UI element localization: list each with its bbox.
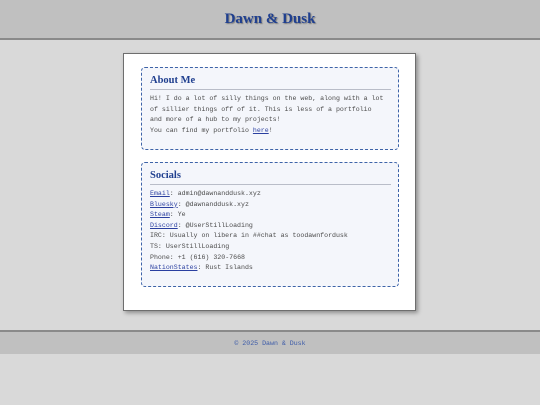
ts-label: TS [150,242,158,250]
social-item-email: Email: admin@dawnanddusk.xyz [150,189,391,200]
nationstates-link[interactable]: NationStates [150,264,197,271]
about-section: About Me Hi! I do a lot of silly things … [141,67,399,150]
social-item-phone: Phone: +1 (616) 320-7668 [150,253,391,264]
content-card: About Me Hi! I do a lot of silly things … [123,53,416,311]
portfolio-suffix: ! [268,126,273,134]
site-header: Dawn & Dusk [0,0,540,40]
site-title: Dawn & Dusk [224,10,316,27]
nationstates-value: : Rust Islands [197,264,253,272]
portfolio-prefix: You can find my portfolio [150,126,253,134]
bluesky-value: : @dawnanddusk.xyz [177,200,249,208]
phone-value: : +1 (616) 320-7668 [169,253,245,261]
irc-value: : Usually on libera in ##chat as toodawn… [161,232,348,240]
portfolio-line: You can find my portfolio here! [150,126,391,137]
steam-value: : Ye [169,211,186,219]
social-item-discord: Discord: @UserStillLoading [150,221,391,232]
ts-value: : UserStillLoading [157,242,230,250]
footer-copyright: © 2025 Dawn & Dusk [234,339,306,347]
steam-link[interactable]: Steam [150,211,170,218]
about-line: Hi! I do a lot of silly things on the we… [150,95,384,102]
social-item-irc: IRC: Usually on libera in ##chat as tood… [150,231,391,242]
discord-link[interactable]: Discord [150,222,178,229]
email-link[interactable]: Email [150,190,170,197]
phone-label: Phone [150,253,170,261]
site-footer: © 2025 Dawn & Dusk [0,330,540,354]
about-line: of sillier things off of it. This is les… [150,105,372,113]
about-heading: About Me [150,75,391,90]
social-item-steam: Steam: Ye [150,210,391,221]
social-item-bluesky: Bluesky: @dawnanddusk.xyz [150,200,391,211]
irc-label: IRC [150,232,162,240]
email-value: : admin@dawnanddusk.xyz [169,190,261,197]
discord-value: : @UserStillLoading [177,221,253,229]
about-line: and more of a hub to my projects! [150,116,281,124]
socials-section: Socials Email: admin@dawnanddusk.xyz Blu… [141,162,399,287]
social-item-nationstates: NationStates: Rust Islands [150,263,391,274]
portfolio-link[interactable]: here [253,127,269,134]
socials-heading: Socials [150,170,391,185]
social-item-ts: TS: UserStillLoading [150,242,391,253]
about-body: Hi! I do a lot of silly things on the we… [150,94,391,136]
bluesky-link[interactable]: Bluesky [150,201,178,208]
socials-list: Email: admin@dawnanddusk.xyz Bluesky: @d… [150,189,391,274]
